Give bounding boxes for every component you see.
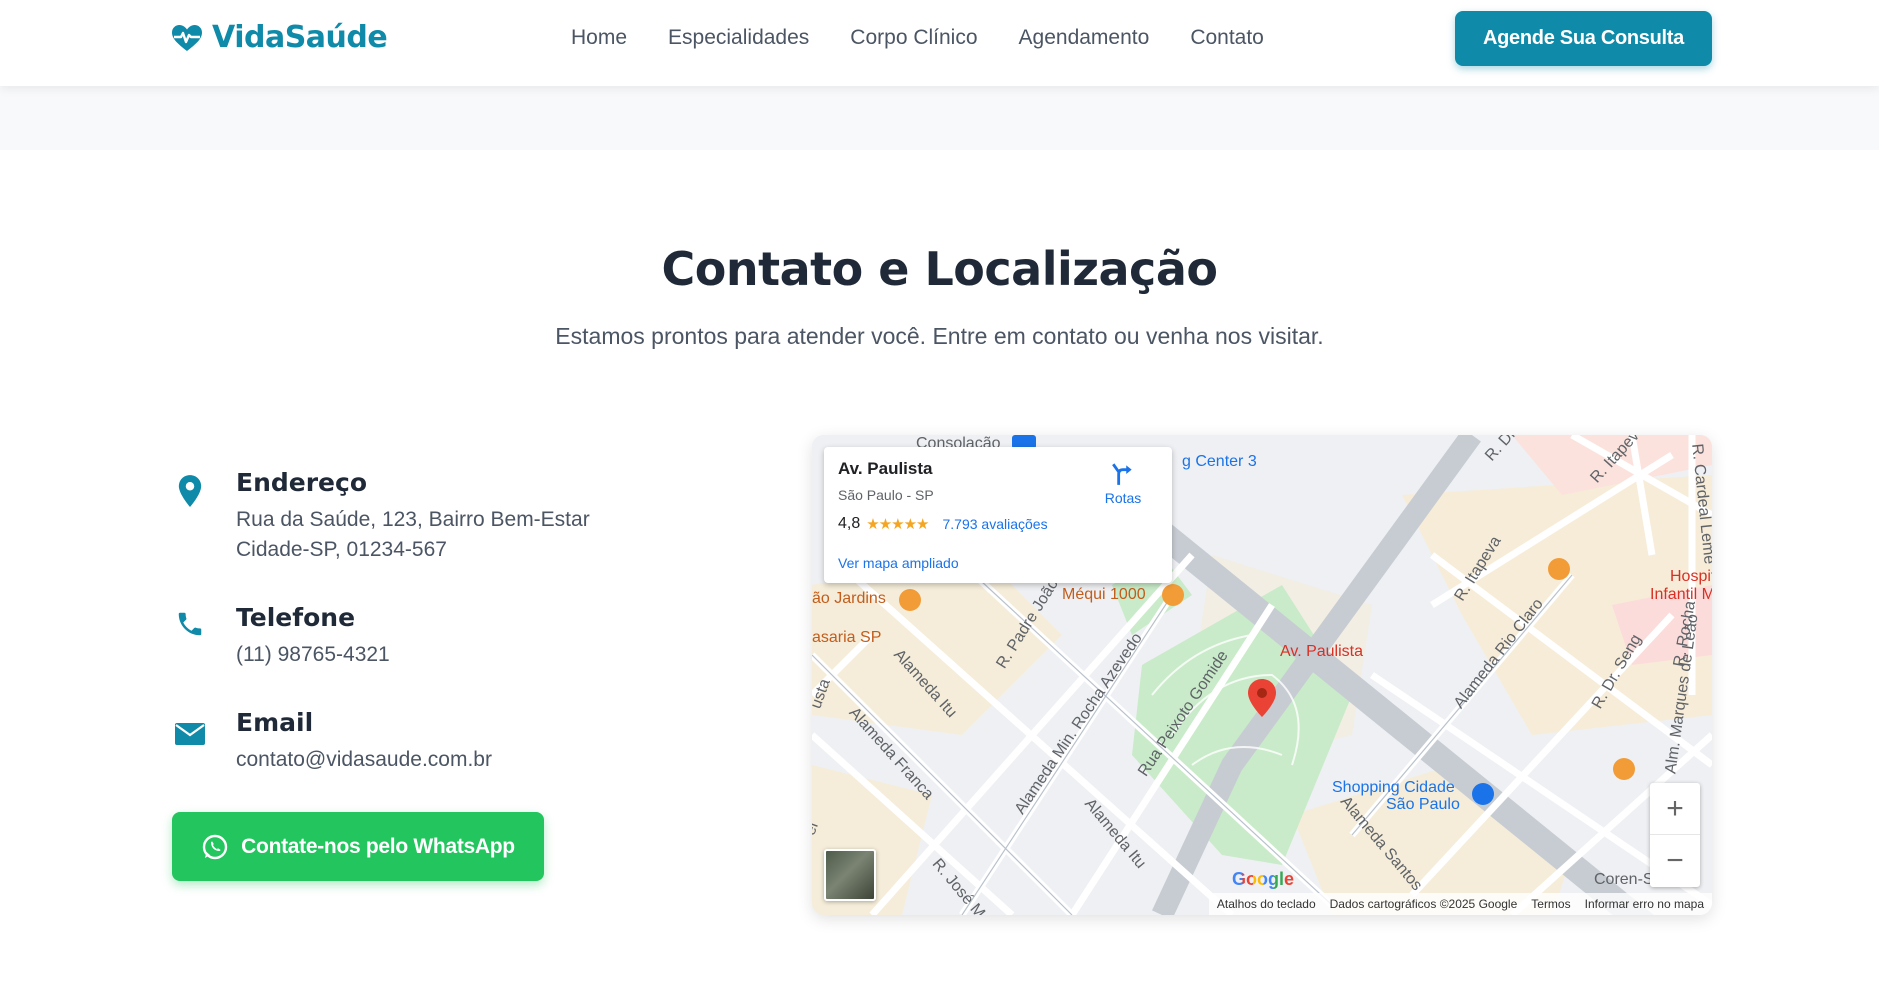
logo-text: VidaSaúde (212, 20, 388, 55)
address-line-1: Rua da Saúde, 123, Bairro Bem-Estar (236, 508, 590, 531)
keyboard-shortcuts-link[interactable]: Atalhos do teclado (1217, 897, 1316, 911)
report-error-link[interactable]: Informar erro no mapa (1585, 897, 1704, 911)
email-address[interactable]: contato@vidasaude.com.br (236, 745, 492, 775)
map-label-center3: g Center 3 (1182, 453, 1257, 470)
site-header: VidaSaúde Home Especialidades Corpo Clín… (0, 0, 1879, 86)
map-pin-icon (172, 468, 208, 507)
phone-block: Telefone (11) 98765-4321 (172, 603, 390, 670)
main-nav: Home Especialidades Corpo Clínico Agenda… (571, 26, 1264, 50)
google-logo-text: Google (1232, 869, 1294, 889)
nav-corpo-clinico[interactable]: Corpo Clínico (850, 26, 977, 50)
place-rating: 4,8 ★★★★★ 7.793 avaliações (838, 515, 1158, 533)
email-block: Email contato@vidasaude.com.br (172, 708, 492, 775)
map-label-hospital-1: Hospital M (1670, 568, 1712, 585)
address-block: Endereço Rua da Saúde, 123, Bairro Bem-E… (172, 468, 590, 565)
reviews-link[interactable]: 7.793 avaliações (943, 516, 1048, 532)
map-pin-label: Av. Paulista (1280, 643, 1364, 660)
nav-especialidades[interactable]: Especialidades (668, 26, 809, 50)
directions-label: Rotas (1104, 490, 1142, 506)
section-subtitle: Estamos prontos para atender você. Entre… (555, 323, 1324, 349)
phone-title: Telefone (236, 603, 356, 632)
section-title: Contato e Localização (661, 242, 1218, 296)
section-divider-band (0, 86, 1879, 150)
rating-stars: ★★★★★ (866, 516, 929, 533)
place-info-card: Av. Paulista São Paulo - SP 4,8 ★★★★★ 7.… (824, 447, 1172, 583)
rating-value: 4,8 (838, 515, 861, 532)
map-label-shopping-2: São Paulo (1386, 796, 1460, 813)
nav-agendamento[interactable]: Agendamento (1019, 26, 1150, 50)
map-zoom-controls: + − (1650, 783, 1700, 887)
nav-contato[interactable]: Contato (1190, 26, 1264, 50)
directions-button[interactable]: Rotas (1098, 461, 1148, 506)
schedule-appointment-button[interactable]: Agende Sua Consulta (1455, 11, 1712, 66)
phone-number[interactable]: (11) 98765-4321 (236, 640, 390, 670)
whatsapp-button[interactable]: Contate-nos pelo WhatsApp (172, 812, 544, 881)
address-title: Endereço (236, 468, 368, 497)
logo[interactable]: VidaSaúde (170, 20, 388, 55)
phone-icon (172, 603, 208, 639)
google-map[interactable]: Consolação g Center 3 ão Jardins Méqui 1… (812, 435, 1712, 915)
directions-icon (1112, 463, 1132, 485)
nav-home[interactable]: Home (571, 26, 627, 50)
satellite-toggle[interactable] (824, 849, 876, 901)
view-larger-map-link[interactable]: Ver mapa ampliado (838, 555, 959, 571)
email-title: Email (236, 708, 314, 737)
zoom-out-button[interactable]: − (1650, 835, 1700, 887)
whatsapp-icon (202, 834, 228, 859)
map-label-jardins: ão Jardins (812, 590, 886, 607)
zoom-in-button[interactable]: + (1650, 783, 1700, 835)
terms-link[interactable]: Termos (1531, 897, 1570, 911)
google-logo: Google (1232, 869, 1294, 890)
map-label-mequi: Méqui 1000 (1062, 586, 1146, 603)
address-line-2: Cidade-SP, 01234-567 (236, 538, 447, 561)
map-data-attribution: Dados cartográficos ©2025 Google (1329, 897, 1518, 911)
envelope-icon (172, 708, 208, 745)
heart-pulse-icon (172, 24, 202, 51)
map-label-casaria: asaria SP (812, 629, 882, 646)
map-footer: Atalhos do teclado Dados cartográficos ©… (1208, 893, 1712, 915)
whatsapp-button-label: Contate-nos pelo WhatsApp (241, 834, 515, 858)
